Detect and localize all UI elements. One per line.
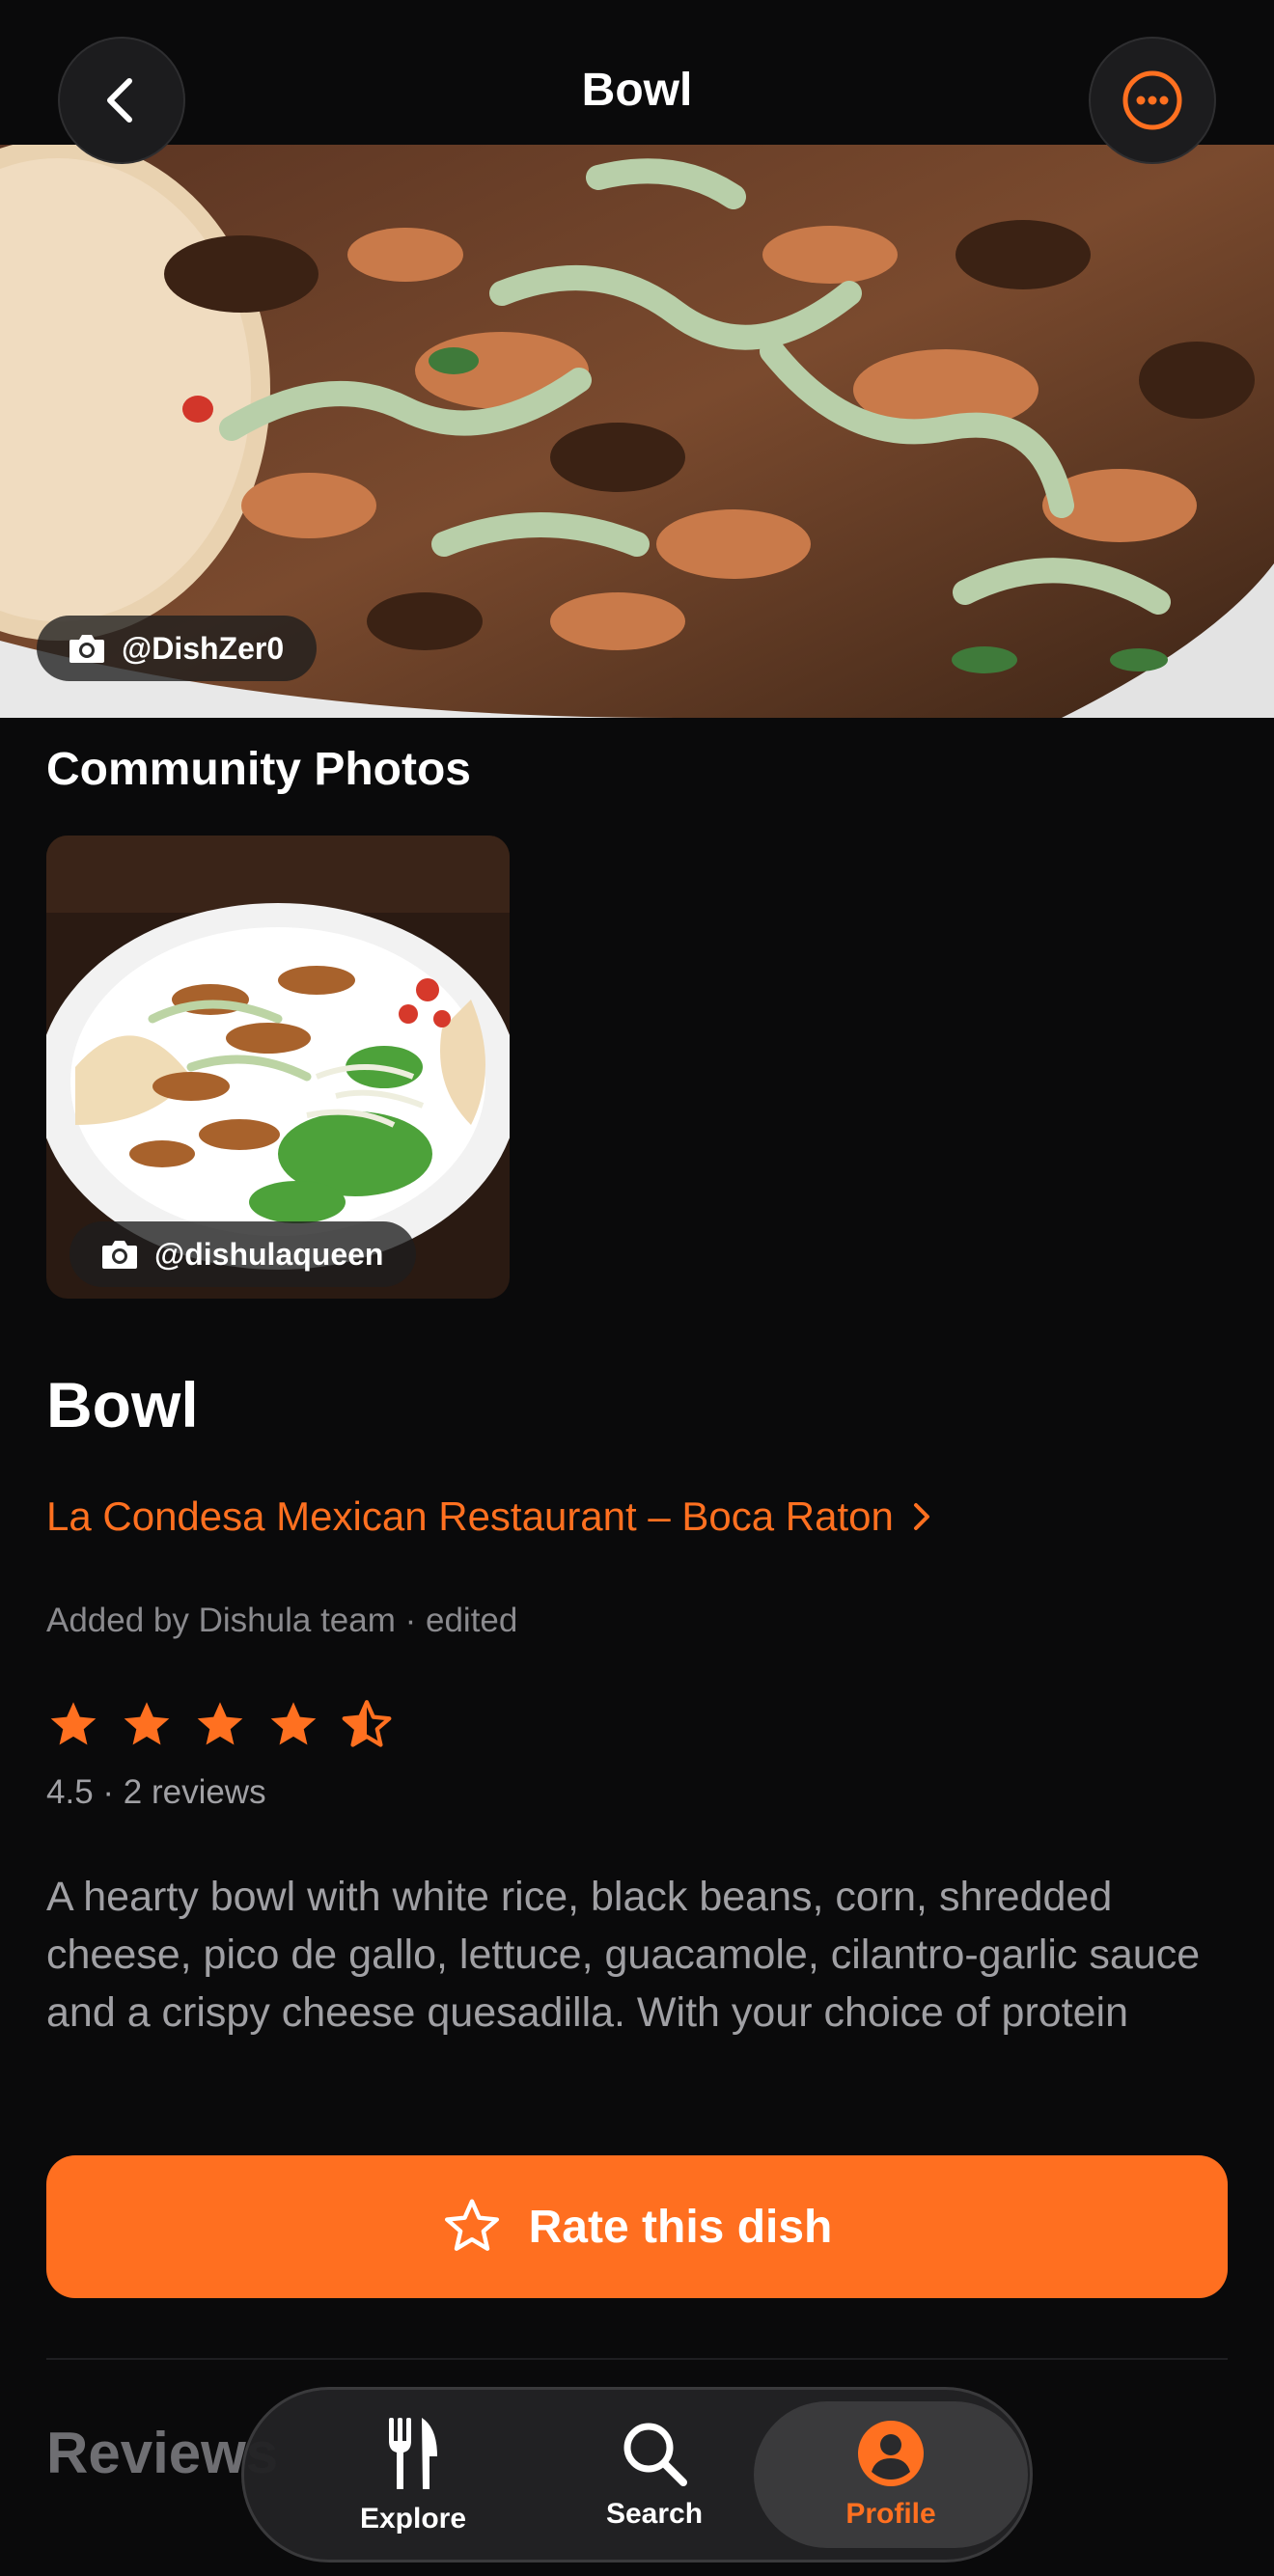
tab-profile[interactable]: Profile: [754, 2401, 1028, 2548]
more-options-button[interactable]: [1089, 37, 1216, 164]
rating-summary: 4.5 · 2 reviews: [46, 1773, 266, 1811]
tab-profile-label: Profile: [845, 2498, 936, 2530]
star-outline-icon: [444, 2199, 499, 2251]
community-photo-credit[interactable]: @dishulaqueen: [69, 1221, 417, 1287]
added-by-text: Added by Dishula team · edited: [46, 1602, 518, 1639]
tab-bar: Explore Search Profile: [241, 2387, 1033, 2562]
community-photo[interactable]: @dishulaqueen: [46, 836, 510, 1299]
star-rating: [46, 1698, 394, 1752]
tab-search-label: Search: [605, 2498, 704, 2530]
fork-knife-icon: [389, 2418, 437, 2489]
magnifier-icon: [623, 2423, 687, 2486]
star-full-icon: [193, 1698, 247, 1752]
star-half-icon: [340, 1698, 394, 1752]
community-photo-handle: @dishulaqueen: [154, 1236, 384, 1272]
camera-icon: [102, 1241, 137, 1269]
star-full-icon: [46, 1698, 100, 1752]
community-photos-heading: Community Photos: [46, 744, 471, 795]
page-title: Bowl: [581, 65, 693, 116]
camera-icon: [69, 635, 104, 663]
star-full-icon: [266, 1698, 320, 1752]
tab-search[interactable]: Search: [543, 2401, 765, 2548]
person-circle-icon: [858, 2421, 924, 2486]
dish-name: Bowl: [46, 1369, 199, 1440]
ellipsis-circle-icon: [1122, 70, 1182, 130]
photo-credit-handle: @DishZer0: [122, 630, 285, 666]
dish-description: A hearty bowl with white rice, black bea…: [46, 1874, 1201, 2036]
chevron-right-icon: [913, 1503, 929, 1530]
restaurant-name: La Condesa Mexican Restaurant – Boca Rat…: [46, 1494, 894, 1539]
divider: [46, 2358, 1228, 2360]
tab-explore[interactable]: Explore: [302, 2401, 524, 2548]
photo-credit[interactable]: @DishZer0: [37, 616, 318, 681]
tab-explore-label: Explore: [359, 2503, 467, 2535]
star-full-icon: [120, 1698, 174, 1752]
restaurant-link[interactable]: La Condesa Mexican Restaurant – Boca Rat…: [46, 1494, 932, 1540]
rate-dish-label: Rate this dish: [528, 2201, 833, 2253]
rate-dish-button[interactable]: Rate this dish: [46, 2155, 1228, 2298]
